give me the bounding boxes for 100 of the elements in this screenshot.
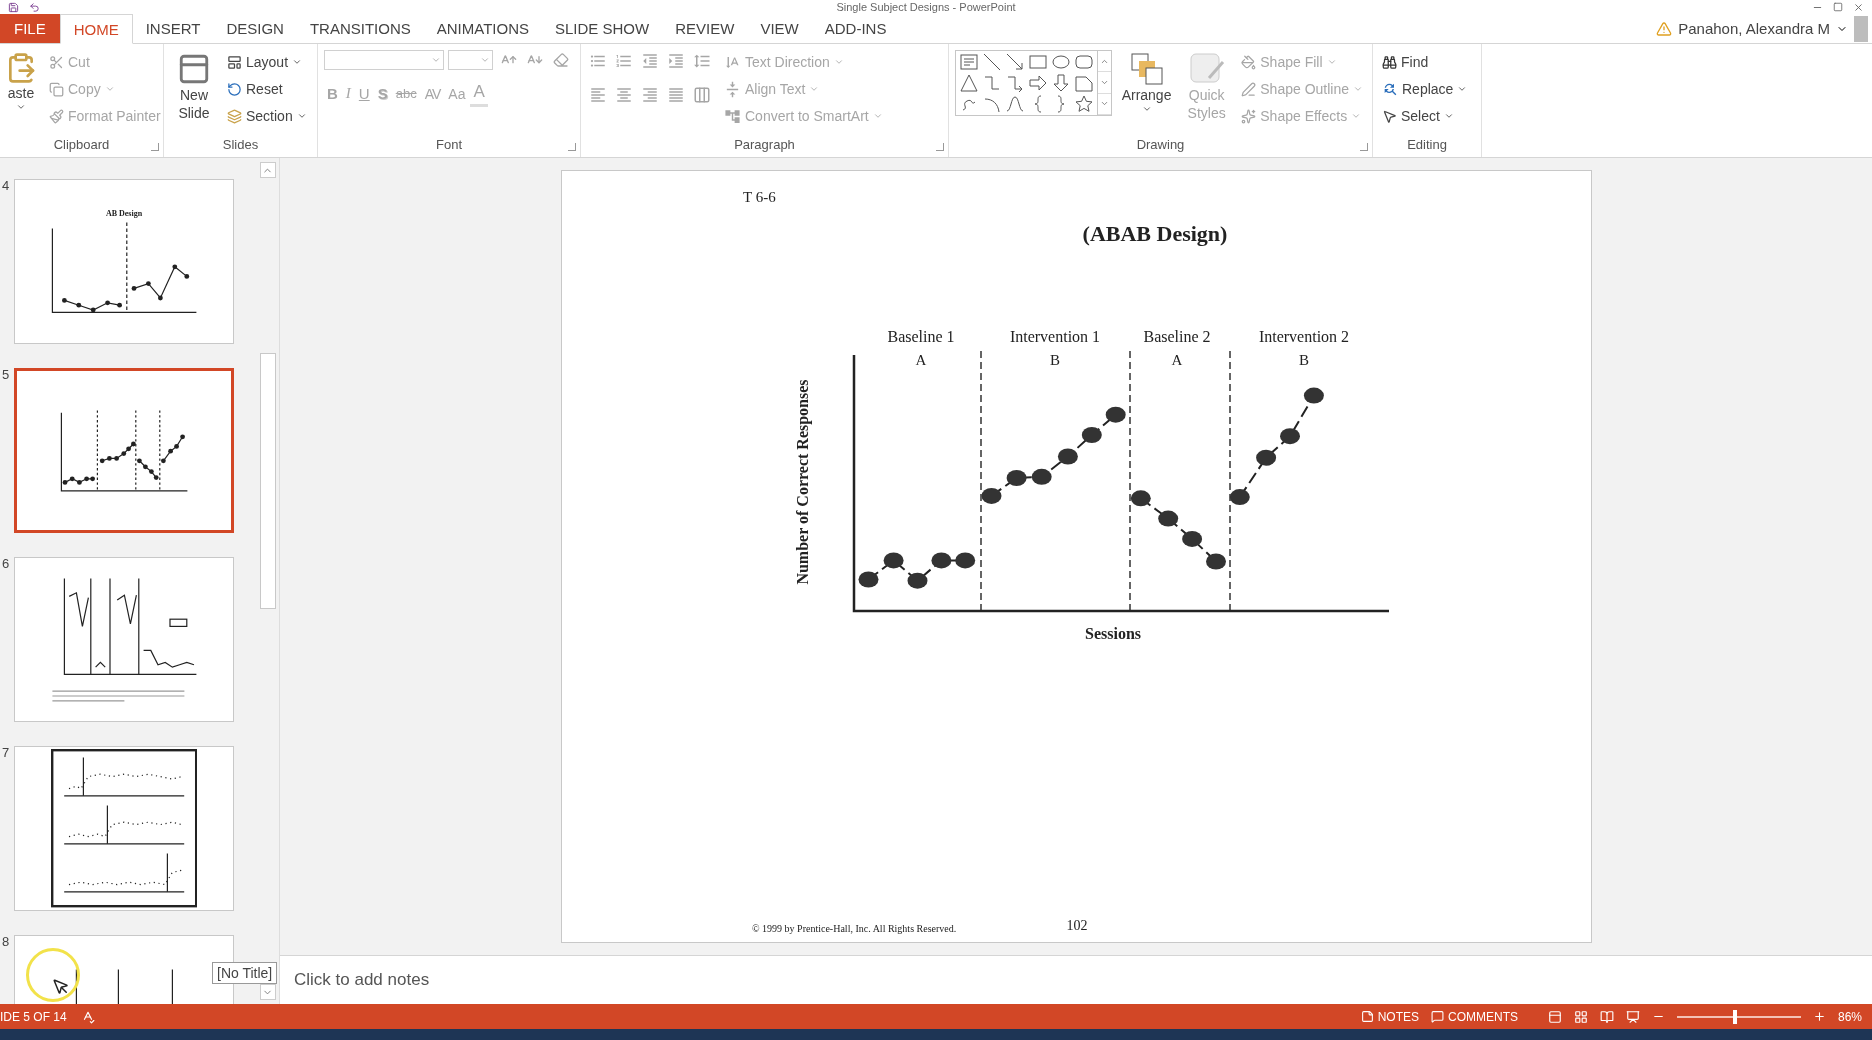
caret-icon: [809, 84, 820, 94]
phase-label: Intervention 2: [1258, 328, 1349, 345]
caret-icon: [480, 55, 490, 65]
normal-view-icon: [1547, 1009, 1562, 1024]
caret-icon: [296, 111, 307, 121]
replace-button[interactable]: Replace: [1379, 77, 1471, 101]
arrange-button[interactable]: Arrange: [1118, 50, 1176, 116]
data-point: [1181, 530, 1202, 547]
caret-icon: [16, 102, 26, 112]
eraser-icon: [553, 52, 569, 68]
scrollbar-thumb[interactable]: [259, 353, 276, 609]
reset-icon: [227, 81, 242, 97]
caret-icon: [1351, 111, 1362, 121]
zoom-slider-thumb[interactable]: [1733, 1009, 1738, 1024]
ribbon-tab[interactable]: HOME: [59, 14, 133, 44]
phase-label: Baseline 1: [886, 328, 955, 345]
triangle-icon[interactable]: [959, 73, 979, 93]
scroll-down-button[interactable]: [259, 984, 276, 1000]
new-slide-button[interactable]: New Slide: [170, 50, 218, 124]
scroll-up-button[interactable]: [259, 162, 276, 178]
align-left-icon: [589, 86, 607, 104]
paint-bucket-icon: [1241, 54, 1257, 70]
phase-letter: B: [1049, 352, 1060, 368]
data-point: [1279, 428, 1300, 445]
shapes-gallery[interactable]: [955, 50, 1112, 116]
decrease-indent-icon: [641, 52, 659, 70]
slide-thumbnail[interactable]: [14, 746, 234, 911]
copyright-text: © 1999 by Prentice-Hall, Inc. All Rights Reserved.: [751, 923, 956, 934]
slide-thumbnail[interactable]: AB Design: [14, 179, 234, 344]
book-icon: [1599, 1009, 1614, 1024]
section-button[interactable]: Section: [224, 104, 310, 128]
caret-icon: [104, 84, 115, 94]
notes-button[interactable]: NOTES: [1354, 1009, 1425, 1024]
notes-field[interactable]: Click to add notes: [294, 970, 430, 990]
arrange-icon: [1129, 52, 1164, 86]
paintbrush-icon: [49, 108, 64, 124]
reset-button[interactable]: Reset: [224, 77, 310, 101]
section-icon: [227, 108, 242, 124]
data-point: [907, 572, 927, 589]
dialog-launcher-icon[interactable]: [568, 143, 576, 151]
curve-icon[interactable]: [1005, 94, 1025, 114]
phase-letter: A: [915, 352, 926, 368]
layout-button[interactable]: Layout: [224, 50, 310, 74]
caret-icon: [431, 55, 441, 65]
paste-button[interactable]: aste: [2, 50, 40, 114]
arrow-line-icon[interactable]: [1005, 52, 1025, 72]
caret-icon: [1326, 57, 1337, 67]
undo-icon: [29, 1, 40, 13]
file-tab[interactable]: FILE: [0, 14, 60, 43]
slide-thumbnail[interactable]: [14, 557, 234, 722]
slide-thumbnail[interactable]: [14, 368, 234, 533]
increase-indent-icon: [667, 52, 685, 70]
caret-icon: [1353, 84, 1363, 94]
notes-icon: [1360, 1010, 1374, 1023]
dialog-launcher-icon[interactable]: [936, 143, 944, 151]
data-point: [954, 552, 975, 569]
new-slide-icon: [177, 52, 211, 86]
slide-number: 6: [2, 557, 11, 571]
rounded-rectangle-icon[interactable]: [1074, 52, 1094, 72]
down-arrow-icon[interactable]: [1051, 73, 1071, 93]
data-point: [1006, 470, 1027, 486]
slide-title: (ABAB Design): [1082, 221, 1227, 246]
find-button[interactable]: Find: [1379, 50, 1471, 74]
dialog-launcher-icon[interactable]: [1360, 143, 1368, 151]
group-label: Editing: [1407, 136, 1447, 154]
clear-formatting-button[interactable]: [551, 50, 571, 70]
numbering-icon: [615, 52, 633, 70]
select-button[interactable]: Select: [1379, 104, 1471, 128]
slide-number: 8: [2, 935, 11, 949]
phase-label: Baseline 2: [1142, 328, 1211, 345]
y-axis-label: Number of Correct Responses: [793, 379, 811, 585]
snip-shape-icon[interactable]: [1074, 73, 1094, 93]
slide-counter: IDE 5 OF 14: [0, 1009, 67, 1024]
slide-label: T 6-6: [742, 189, 776, 205]
smartart-icon: [724, 107, 741, 125]
line-spacing-icon: [693, 52, 711, 70]
account-name: Panahon, Alexandra M: [1678, 20, 1830, 37]
font-size-field[interactable]: [448, 50, 493, 70]
star-icon[interactable]: [1074, 94, 1094, 114]
caret-icon: [292, 57, 303, 67]
group-label: Paragraph: [734, 136, 795, 154]
save-icon: [8, 1, 19, 13]
right-arrow-icon[interactable]: [1028, 73, 1048, 93]
comments-button[interactable]: COMMENTS: [1424, 1009, 1524, 1024]
data-point: [981, 487, 1001, 504]
data-point: [1130, 490, 1151, 507]
group-label: Drawing: [1136, 136, 1185, 154]
presentation-icon: [1625, 1009, 1640, 1024]
group-label: Font: [436, 136, 462, 154]
zoom-level: 86%: [1836, 1009, 1863, 1024]
data-point: [1157, 510, 1178, 527]
data-point: [1255, 449, 1276, 466]
data-point: [1303, 387, 1324, 404]
group-label: Slides: [222, 136, 259, 154]
dialog-launcher-icon[interactable]: [151, 143, 159, 151]
grid-icon: [1573, 1009, 1588, 1024]
caret-icon: [833, 57, 844, 67]
oval-icon[interactable]: [1051, 52, 1071, 72]
line-icon[interactable]: [982, 52, 1002, 72]
data-point: [1229, 489, 1250, 506]
